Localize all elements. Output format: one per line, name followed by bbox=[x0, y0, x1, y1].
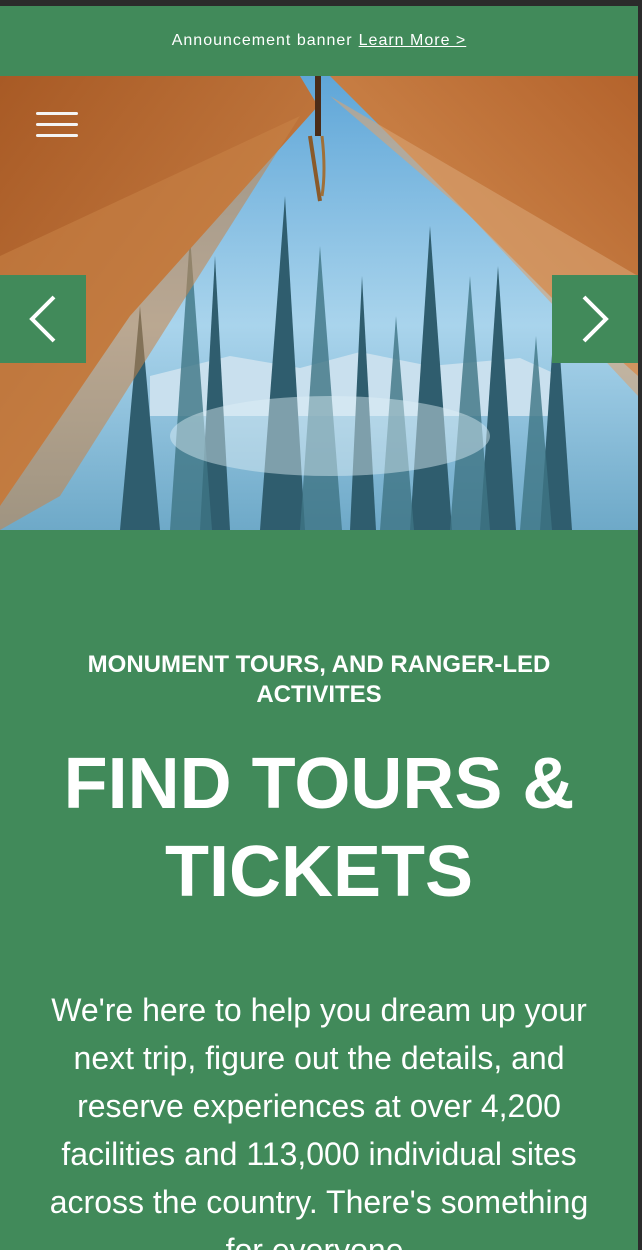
hamburger-line bbox=[36, 123, 78, 126]
page-headline: FIND TOURS & TICKETS bbox=[63, 744, 575, 912]
page: Announcement banner Learn More > MONUMEN… bbox=[0, 6, 638, 1250]
announcement-banner: Announcement banner Learn More > bbox=[0, 6, 638, 76]
intro-paragraph: We're here to help you dream up your nex… bbox=[49, 992, 589, 1250]
tent-forest-image bbox=[0, 76, 638, 530]
hamburger-menu-icon[interactable] bbox=[36, 112, 78, 142]
learn-more-link[interactable]: Learn More > bbox=[359, 32, 467, 50]
hamburger-line bbox=[36, 134, 78, 137]
intro-section: MONUMENT TOURS, AND RANGER-LED ACTIVITES… bbox=[0, 650, 638, 1250]
carousel-next-button[interactable] bbox=[552, 275, 638, 363]
chevron-right-icon bbox=[582, 295, 609, 343]
carousel-prev-button[interactable] bbox=[0, 275, 86, 363]
hero-carousel bbox=[0, 76, 638, 530]
section-eyebrow: MONUMENT TOURS, AND RANGER-LED ACTIVITES bbox=[87, 651, 551, 708]
announcement-text: Announcement banner bbox=[171, 32, 353, 49]
hamburger-line bbox=[36, 112, 78, 115]
chevron-left-icon bbox=[29, 295, 56, 343]
